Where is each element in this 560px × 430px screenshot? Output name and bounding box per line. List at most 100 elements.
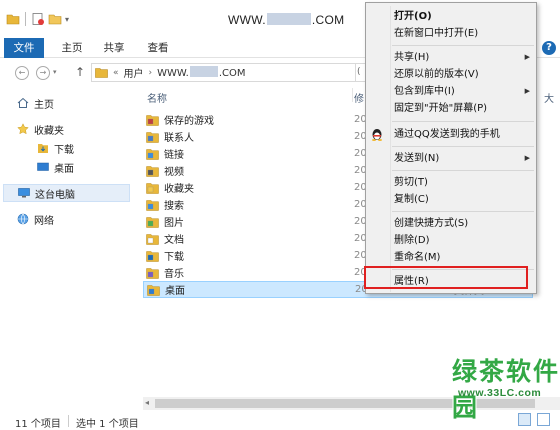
- favorites-folder-icon: [146, 182, 159, 194]
- toolbar-divider: [25, 12, 26, 26]
- status-item-count: 11 个项目: [15, 419, 61, 430]
- menu-item-delete[interactable]: 删除(D): [394, 232, 534, 249]
- help-icon[interactable]: ?: [542, 41, 556, 55]
- file-name: 链接: [164, 150, 184, 161]
- menu-item-copy[interactable]: 复制(C): [394, 191, 534, 208]
- submenu-arrow-icon: ▶: [524, 53, 530, 61]
- back-button[interactable]: ←: [15, 66, 29, 80]
- window-title: WWW. .COM: [228, 13, 344, 27]
- watermark-logo: 绿茶软件园 www.33LC.com: [436, 352, 560, 422]
- menu-item-create-shortcut[interactable]: 创建快捷方式(S): [394, 215, 534, 232]
- folder-icon: [146, 114, 159, 126]
- menu-separator: [392, 211, 534, 212]
- file-name: 图片: [164, 218, 184, 229]
- menu-separator: [392, 45, 534, 46]
- breadcrumb-overflow-icon[interactable]: «: [113, 68, 119, 78]
- new-folder-icon[interactable]: [48, 12, 62, 26]
- context-menu: 打开(O) 在新窗口中打开(E) 共享(H) ▶ 还原以前的版本(V) 包含到库中…: [365, 2, 537, 294]
- watermark-url: www.33LC.com: [458, 387, 542, 399]
- menu-item-send-to[interactable]: 发送到(N) ▶: [394, 150, 534, 167]
- download-folder-icon: [38, 144, 48, 153]
- column-divider[interactable]: [352, 88, 353, 102]
- navpane-item-favorites[interactable]: 收藏夹: [17, 120, 127, 138]
- menu-item-restore-previous[interactable]: 还原以前的版本(V): [394, 66, 534, 83]
- navpane-item-downloads[interactable]: 下载: [37, 139, 127, 157]
- menu-item-open[interactable]: 打开(O): [394, 8, 534, 25]
- file-name: 联系人: [164, 133, 194, 144]
- menu-separator: [392, 121, 534, 122]
- computer-icon: [18, 188, 30, 198]
- window-title-prefix: WWW.: [228, 13, 266, 27]
- links-folder-icon: [146, 148, 159, 160]
- redacted-block: [266, 13, 311, 25]
- file-name: 文档: [164, 235, 184, 246]
- home-icon: [17, 97, 29, 108]
- menu-separator: [392, 170, 534, 171]
- downloads-folder-icon: [146, 250, 159, 262]
- column-header-date[interactable]: 修: [354, 90, 364, 105]
- navpane-item-label: 主页: [34, 99, 54, 111]
- navpane-item-network[interactable]: 网络: [17, 210, 127, 228]
- breadcrumb-separator-icon[interactable]: ›: [149, 68, 153, 78]
- file-name: 视频: [164, 167, 184, 178]
- menu-item-cut[interactable]: 剪切(T): [394, 174, 534, 191]
- desktop-icon: [37, 162, 49, 171]
- qq-penguin-icon: [372, 129, 382, 141]
- navpane-item-label: 网络: [34, 215, 54, 227]
- customize-toolbar-dropdown-icon[interactable]: ▾: [65, 15, 69, 24]
- network-icon: [17, 213, 29, 225]
- menu-item-open-new-window[interactable]: 在新窗口中打开(E): [394, 25, 534, 42]
- file-name: 音乐: [164, 269, 184, 280]
- menu-item-send-to-label: 发送到(N): [394, 153, 440, 164]
- file-name: 保存的游戏: [164, 116, 214, 127]
- navpane-item-home[interactable]: 主页: [17, 94, 127, 112]
- folder-icon: [95, 68, 108, 78]
- up-arrow-icon[interactable]: ↑: [75, 65, 85, 79]
- navigation-pane: 主页 收藏夹 下载 桌面 这台电脑 网络: [0, 86, 135, 410]
- forward-button[interactable]: →: [36, 66, 50, 80]
- scroll-left-icon[interactable]: ◂: [145, 398, 149, 407]
- menu-item-rename[interactable]: 重命名(M): [394, 249, 534, 266]
- menu-item-share-label: 共享(H): [394, 52, 430, 63]
- menu-item-share[interactable]: 共享(H) ▶: [394, 49, 534, 66]
- menu-item-pin-start[interactable]: 固定到"开始"屏幕(P): [394, 100, 534, 117]
- star-icon: [17, 123, 29, 135]
- tab-home[interactable]: 主页: [55, 38, 89, 58]
- searches-folder-icon: [146, 199, 159, 211]
- tab-view[interactable]: 查看: [141, 38, 175, 58]
- highlight-box: [364, 266, 528, 289]
- pictures-folder-icon: [146, 216, 159, 228]
- recent-locations-dropdown-icon[interactable]: ▾: [53, 68, 57, 76]
- properties-icon[interactable]: [31, 12, 45, 26]
- quick-access-toolbar: ▾: [6, 12, 69, 26]
- folder-icon[interactable]: [6, 12, 20, 26]
- menu-separator: [392, 146, 534, 147]
- status-divider: [68, 415, 69, 427]
- status-selection: 选中 1 个项目: [76, 419, 139, 430]
- videos-folder-icon: [146, 165, 159, 177]
- desktop-folder-icon: [147, 284, 160, 296]
- contacts-folder-icon: [146, 131, 159, 143]
- tab-share[interactable]: 共享: [97, 38, 131, 58]
- menu-item-include-library[interactable]: 包含到库中(I) ▶: [394, 83, 534, 100]
- menu-item-include-library-label: 包含到库中(I): [394, 86, 455, 97]
- submenu-arrow-icon: ▶: [524, 87, 530, 95]
- address-bar[interactable]: « 用户 › WWW. .COM: [91, 63, 356, 82]
- column-header-size[interactable]: 大: [544, 90, 554, 105]
- navpane-item-desktop[interactable]: 桌面: [37, 158, 127, 176]
- menu-item-qq-send[interactable]: 通过QQ发送到我的手机: [394, 126, 534, 143]
- navpane-item-label: 这台电脑: [35, 189, 75, 201]
- navpane-item-this-pc[interactable]: 这台电脑: [3, 184, 130, 202]
- redacted-block: [189, 66, 218, 77]
- file-name: 桌面: [165, 286, 185, 297]
- breadcrumb-site-suffix: .COM: [218, 68, 246, 79]
- breadcrumb-site[interactable]: WWW. .COM: [157, 66, 246, 79]
- menu-gutter: [390, 6, 391, 292]
- submenu-arrow-icon: ▶: [524, 154, 530, 162]
- breadcrumb-users[interactable]: 用户: [124, 65, 144, 80]
- tab-file[interactable]: 文件: [4, 38, 44, 58]
- column-header-name[interactable]: 名称: [147, 90, 167, 105]
- navpane-item-label: 桌面: [54, 163, 74, 175]
- file-name: 下载: [164, 252, 184, 263]
- file-name: 搜索: [164, 201, 184, 212]
